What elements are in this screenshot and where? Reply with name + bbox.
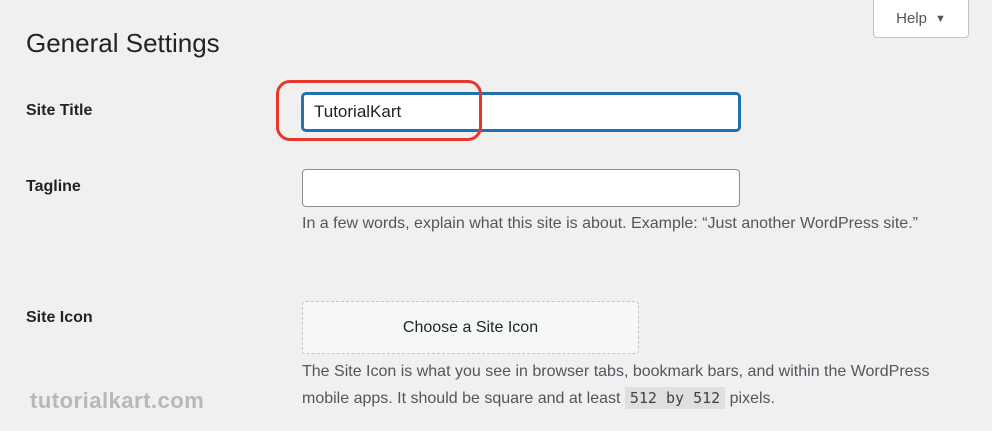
help-label: Help	[896, 10, 927, 27]
site-title-input[interactable]	[302, 93, 740, 131]
page-title: General Settings	[26, 28, 220, 58]
tagline-label: Tagline	[26, 178, 81, 195]
tagline-input[interactable]	[302, 169, 740, 207]
tagline-description: In a few words, explain what this site i…	[302, 215, 918, 232]
site-icon-description-text: The Site Icon is what you see in browser…	[302, 363, 930, 407]
icon-size-code: 512 by 512	[624, 387, 726, 409]
site-icon-label: Site Icon	[26, 309, 93, 326]
help-tab-button[interactable]: Help ▼	[873, 0, 969, 38]
watermark-text: tutorialkart.com	[30, 388, 205, 413]
site-icon-description-suffix: pixels.	[725, 390, 775, 407]
caret-down-icon: ▼	[934, 12, 946, 25]
choose-site-icon-button[interactable]: Choose a Site Icon	[302, 301, 639, 354]
site-title-label: Site Title	[26, 102, 93, 119]
site-icon-description: The Site Icon is what you see in browser…	[302, 359, 962, 412]
